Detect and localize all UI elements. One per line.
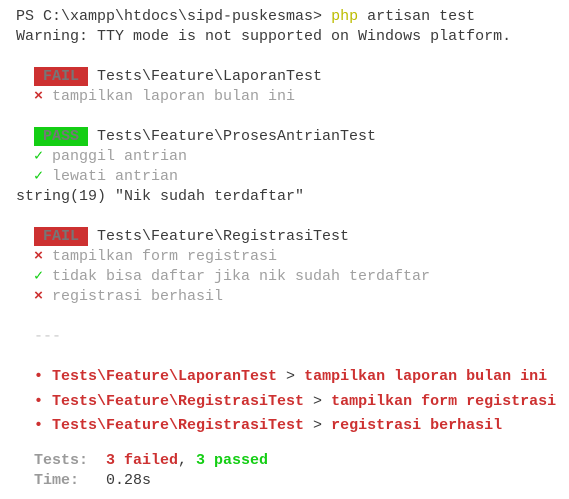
cross-icon: ×: [34, 88, 44, 105]
summary-tests: Tests: 3 failed, 3 passed: [16, 451, 569, 471]
suite-header: FAIL Tests\Feature\LaporanTest: [16, 67, 569, 87]
fail-badge: FAIL: [34, 67, 88, 86]
test-row: ✓ tidak bisa daftar jika nik sudah terdaf…: [16, 267, 569, 287]
failure-class: Tests\Feature\RegistrasiTest: [52, 417, 305, 434]
test-name: panggil antrian: [52, 148, 188, 165]
failure-item: • Tests\Feature\RegistrasiTest > registra…: [16, 414, 569, 439]
check-icon: ✓: [34, 168, 44, 185]
suite-name: Tests\Feature\RegistrasiTest: [97, 228, 350, 245]
bullet-icon: •: [34, 417, 44, 434]
failure-sep: >: [304, 417, 332, 434]
summary-comma: ,: [178, 451, 197, 469]
cross-icon: ×: [34, 248, 44, 265]
time-label: Time:: [34, 471, 80, 489]
failure-sep: >: [304, 392, 332, 410]
fail-badge: FAIL: [34, 227, 88, 246]
failure-class: Tests\Feature\RegistrasiTest: [52, 392, 305, 410]
separator: ---: [34, 328, 62, 345]
command-args: artisan test: [358, 8, 476, 25]
bullet-icon: •: [34, 368, 44, 385]
suite-header: PASS Tests\Feature\ProsesAntrianTest: [16, 127, 569, 147]
failure-sep: >: [277, 368, 305, 385]
bullet-icon: •: [34, 392, 44, 410]
cross-icon: ×: [34, 288, 44, 305]
command-name: php: [331, 8, 359, 25]
terminal-output[interactable]: PS C:\xampp\htdocs\sipd-puskesmas> php a…: [16, 7, 569, 491]
failure-test: registrasi berhasil: [331, 417, 503, 434]
test-name: tampilkan laporan bulan ini: [52, 88, 296, 105]
suite-header: FAIL Tests\Feature\RegistrasiTest: [16, 227, 569, 247]
tests-label: Tests:: [34, 451, 89, 469]
dump-line: string(19) "Nik sudah terdaftar": [16, 188, 305, 205]
test-name: lewati antrian: [52, 168, 179, 185]
check-icon: ✓: [34, 268, 44, 285]
suite-name: Tests\Feature\ProsesAntrianTest: [97, 128, 377, 145]
test-row: × tampilkan laporan bulan ini: [16, 87, 569, 107]
failure-class: Tests\Feature\LaporanTest: [52, 368, 278, 385]
test-name: tidak bisa daftar jika nik sudah terdaft…: [52, 268, 431, 285]
test-row: × registrasi berhasil: [16, 287, 569, 307]
test-row: × tampilkan form registrasi: [16, 247, 569, 267]
test-name: registrasi berhasil: [52, 288, 224, 305]
prompt-line: PS C:\xampp\htdocs\sipd-puskesmas> php a…: [16, 7, 569, 27]
failure-item: • Tests\Feature\RegistrasiTest > tampilka…: [16, 390, 569, 415]
failure-item: • Tests\Feature\LaporanTest > tampilkan l…: [16, 365, 569, 390]
suite-name: Tests\Feature\LaporanTest: [97, 68, 323, 85]
test-row: ✓ panggil antrian: [16, 147, 569, 167]
pass-badge: PASS: [34, 127, 88, 146]
failed-count: 3 failed: [106, 451, 179, 469]
test-name: tampilkan form registrasi: [52, 248, 278, 265]
warning-line: Warning: TTY mode is not supported on Wi…: [16, 28, 512, 45]
failure-test: tampilkan form registrasi: [331, 392, 557, 410]
check-icon: ✓: [34, 148, 44, 165]
passed-count: 3 passed: [196, 451, 269, 469]
failure-test: tampilkan laporan bulan ini: [304, 368, 548, 385]
summary-time: Time: 0.28s: [16, 471, 569, 491]
prompt-path: PS C:\xampp\htdocs\sipd-puskesmas>: [16, 8, 332, 25]
time-value: 0.28s: [106, 471, 152, 489]
test-row: ✓ lewati antrian: [16, 167, 569, 187]
